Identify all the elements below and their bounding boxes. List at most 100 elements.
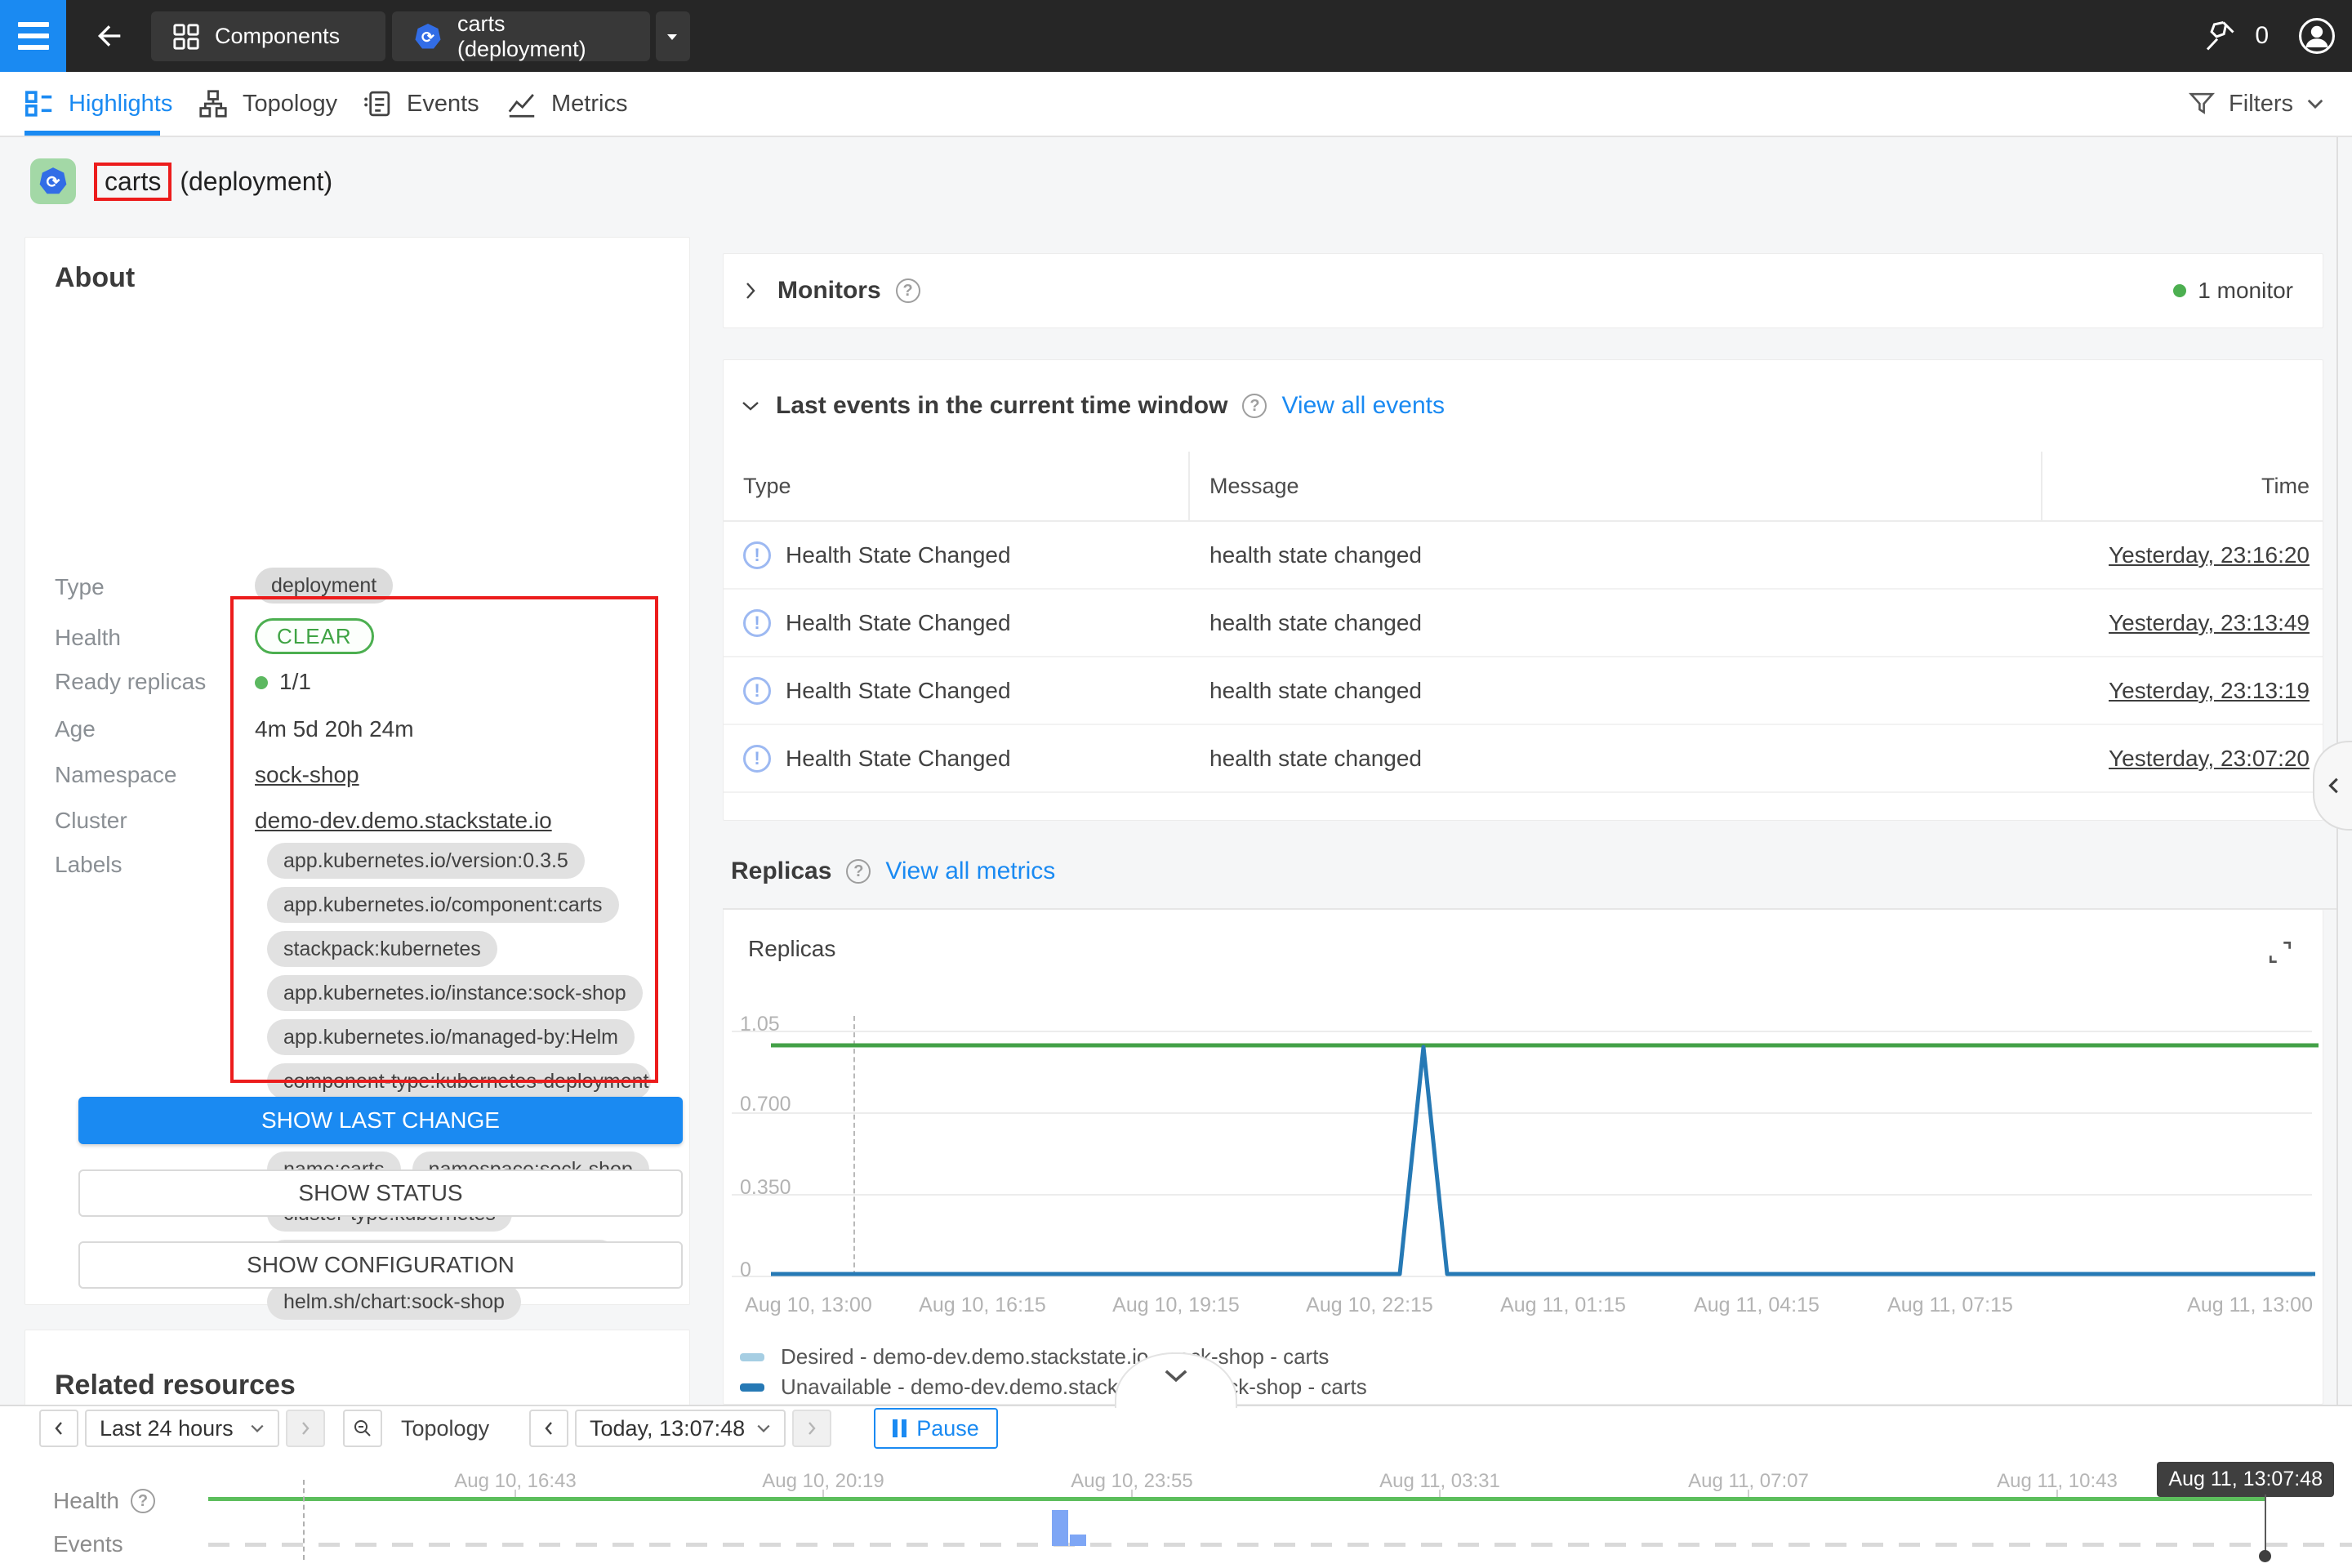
tab-components-label: Components (215, 24, 340, 49)
info-icon: ! (743, 541, 771, 569)
x-tick-label: Aug 11, 07:15 (1887, 1294, 2013, 1317)
current-time-marker-dot[interactable] (2259, 1550, 2271, 1562)
replicas-section-title: Replicas (731, 858, 831, 885)
page-title: ⟳ carts (deployment) (30, 157, 332, 206)
chevron-down-icon[interactable] (740, 395, 761, 416)
filters-button[interactable]: Filters (2188, 72, 2324, 136)
view-all-events-link[interactable]: View all events (1281, 392, 1445, 420)
event-type: Health State Changed (786, 542, 1011, 568)
event-count-bar[interactable] (1052, 1510, 1068, 1546)
funnel-icon (2188, 90, 2216, 118)
legend-label: Unavailable - demo-dev.demo.stackstate.i… (781, 1374, 1367, 1400)
cluster-label: Cluster (55, 808, 127, 834)
zoom-out-button[interactable] (343, 1410, 382, 1447)
legend-item-unavailable[interactable]: Unavailable - demo-dev.demo.stackstate.i… (740, 1374, 1367, 1400)
tab-events[interactable]: Events (363, 72, 479, 136)
tab-events-label: Events (407, 91, 479, 118)
event-type: Health State Changed (786, 610, 1011, 636)
menu-button[interactable] (0, 0, 66, 72)
chevron-down-icon (2306, 98, 2324, 109)
event-message: health state changed (1190, 678, 2042, 704)
right-panel-edge (2336, 137, 2338, 1568)
time-range-select[interactable]: Last 24 hours (85, 1410, 279, 1447)
age-value: 4m 5d 20h 24m (255, 716, 414, 742)
table-row: !Health State Changed health state chang… (724, 590, 2323, 657)
event-time-link[interactable]: Yesterday, 23:07:20 (2109, 746, 2310, 771)
help-icon[interactable]: ? (131, 1489, 155, 1513)
cluster-link[interactable]: demo-dev.demo.stackstate.io (255, 808, 552, 834)
y-tick-label: 1.05 (740, 1013, 813, 1036)
tab-highlights-label: Highlights (69, 91, 172, 118)
app-root: Components ⟳ carts (deployment) 0 (0, 0, 2352, 1568)
events-title: Last events in the current time window (776, 392, 1227, 420)
x-tick-label: Aug 11, 01:15 (1500, 1294, 1626, 1317)
tab-metrics-label: Metrics (551, 91, 627, 118)
unavailable-line (771, 1047, 2315, 1274)
tab-highlights[interactable]: Highlights (24, 72, 172, 136)
chevron-down-icon (1162, 1369, 1190, 1383)
help-icon[interactable]: ? (1242, 394, 1267, 418)
back-button[interactable] (91, 18, 127, 54)
event-type: Health State Changed (786, 746, 1011, 772)
time-range-next-button[interactable] (286, 1410, 325, 1447)
info-icon: ! (743, 677, 771, 705)
replicas-section-header: Replicas ? View all metrics (731, 851, 1055, 892)
event-count-bar[interactable] (1070, 1535, 1086, 1546)
events-timeline-line[interactable] (208, 1543, 2352, 1547)
table-row: ! Health State Changed health state chang… (724, 725, 2323, 793)
gridline (732, 1031, 2312, 1032)
help-icon[interactable]: ? (896, 278, 920, 303)
show-status-button[interactable]: SHOW STATUS (78, 1169, 683, 1217)
event-message: health state changed (1190, 746, 2042, 772)
legend-label: Desired - demo-dev.demo.stackstate.io - … (781, 1344, 1329, 1370)
expand-chart-icon[interactable] (2265, 938, 2298, 970)
current-time-marker-line[interactable] (2265, 1494, 2266, 1553)
legend-item-desired[interactable]: Desired - demo-dev.demo.stackstate.io - … (740, 1344, 1329, 1370)
highlights-icon (24, 89, 54, 118)
tab-entity[interactable]: ⟳ carts (deployment) (392, 11, 650, 61)
pause-button[interactable]: Pause (874, 1408, 998, 1449)
tab-dropdown-button[interactable] (656, 11, 690, 61)
event-type: Health State Changed (786, 678, 1011, 704)
about-title: About (55, 262, 135, 294)
view-all-metrics-link[interactable]: View all metrics (885, 858, 1055, 885)
time-prev-button[interactable] (529, 1410, 568, 1447)
arrow-left-icon (93, 20, 126, 52)
tab-components[interactable]: Components (151, 11, 385, 61)
label-chip: stackpack:kubernetes (267, 931, 497, 967)
window-start-marker (303, 1480, 305, 1560)
time-next-button[interactable] (792, 1410, 831, 1447)
event-time-link[interactable]: Yesterday, 23:13:49 (2109, 610, 2310, 635)
x-tick-label: Aug 10, 22:15 (1306, 1294, 1433, 1317)
time-range-prev-button[interactable] (39, 1410, 78, 1447)
event-time-link[interactable]: Yesterday, 23:16:20 (2109, 542, 2310, 568)
info-icon: ! (743, 745, 771, 773)
event-time-link[interactable]: Yesterday, 23:13:19 (2109, 678, 2310, 703)
tab-entity-label: carts (deployment) (457, 11, 629, 62)
replicas-plot (771, 1042, 2319, 1279)
avatar[interactable] (2298, 17, 2336, 55)
topology-time-label: Topology (401, 1410, 489, 1447)
show-last-change-button[interactable]: SHOW LAST CHANGE (78, 1097, 683, 1144)
table-row: ! Health State Changed health state chang… (724, 657, 2323, 725)
label-chip: app.kubernetes.io/managed-by:Helm (267, 1019, 635, 1055)
pin-icon[interactable] (2203, 19, 2237, 53)
current-time-select[interactable]: Today, 13:07:48 (575, 1410, 786, 1447)
chevron-right-icon[interactable] (740, 280, 761, 301)
monitors-card[interactable]: Monitors ? 1 monitor (723, 253, 2323, 328)
label-chip: helm.sh/chart:sock-shop (267, 1284, 521, 1320)
help-icon[interactable]: ? (846, 859, 871, 884)
column-header-type: Type (724, 452, 1190, 520)
annotation-red-box-title: carts (94, 163, 172, 201)
x-tick-label: Aug 11, 04:15 (1694, 1294, 1820, 1317)
label-chip: component-type:kubernetes-deployment (267, 1063, 651, 1099)
tab-metrics[interactable]: Metrics (507, 72, 627, 136)
table-row: !Health State Changed health state chang… (724, 522, 2323, 590)
namespace-link[interactable]: sock-shop (255, 762, 359, 788)
tab-topology[interactable]: Topology (198, 72, 337, 136)
health-timeline-line[interactable] (208, 1497, 2266, 1501)
svg-text:⟳: ⟳ (47, 173, 60, 191)
show-configuration-button[interactable]: SHOW CONFIGURATION (78, 1241, 683, 1289)
health-label: Health (55, 625, 121, 651)
legend-swatch (740, 1353, 764, 1361)
